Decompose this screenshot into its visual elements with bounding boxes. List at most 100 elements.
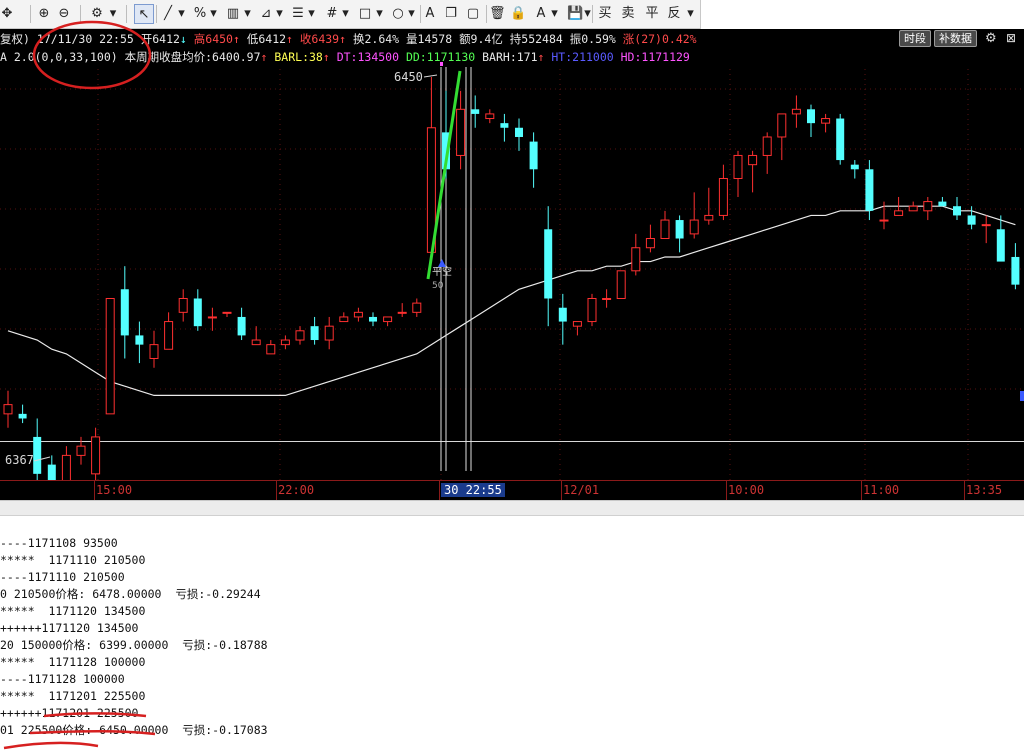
candle-body-up xyxy=(777,113,787,138)
grid-dropdown-icon[interactable]: ▾ xyxy=(341,4,350,24)
ellipse-tool[interactable]: ○ xyxy=(390,4,406,24)
toolbar-separator xyxy=(486,5,487,23)
candle-body-up xyxy=(353,311,363,318)
candle-body-up xyxy=(631,247,641,272)
delete-icon[interactable]: 🗑 xyxy=(489,4,506,24)
timeframe-button[interactable]: 时段 xyxy=(899,30,931,47)
percent-dropdown-icon[interactable]: ▾ xyxy=(209,4,218,24)
info2-segment: 本周期收盘均价:6400.97 xyxy=(124,50,261,64)
lock-icon[interactable]: 🔒 xyxy=(510,4,526,24)
log-line: ----1171108 93500 xyxy=(0,536,118,550)
buy-button[interactable]: 买 xyxy=(597,4,613,24)
zoom-in-icon[interactable]: ⊕ xyxy=(36,4,52,24)
settings-gear-icon[interactable]: ⚙ xyxy=(88,4,106,24)
rectangle-tool[interactable]: □ xyxy=(357,4,373,24)
indicator-info-bar: A 2.0(0,0,33,100) 本周期收盘均价:6400.97↑ BARL:… xyxy=(0,48,690,66)
time-label: 12/01 xyxy=(563,483,600,497)
ellipse-dropdown-icon[interactable]: ▾ xyxy=(407,4,416,24)
close-signal-marker xyxy=(438,259,446,267)
info1-segment: ↑ xyxy=(232,32,247,46)
time-label: 22:00 xyxy=(278,483,315,497)
candle-body-up xyxy=(587,297,597,323)
candle-body-up xyxy=(76,445,86,456)
candle-body-up xyxy=(689,219,699,235)
candle-body-down xyxy=(18,413,27,419)
info1-segment: 开6412 xyxy=(140,32,180,46)
grid-tool[interactable]: # xyxy=(325,4,339,24)
fibonacci-dropdown-icon[interactable]: ▾ xyxy=(275,4,284,24)
toolbar-separator xyxy=(126,5,127,23)
toolbar-separator xyxy=(80,5,81,23)
settings-gear-icon[interactable]: ⚙ xyxy=(985,31,997,46)
candlestick-plot[interactable]: 6450 6367 平空 50 xyxy=(0,29,1024,480)
info1-segment: 额9.4亿 xyxy=(459,32,510,46)
toolbar-separator xyxy=(592,5,593,23)
time-label: 30 22:55 xyxy=(441,483,505,497)
info2-segment: BARL:38 xyxy=(274,50,323,64)
font-color-tool[interactable]: A xyxy=(534,4,548,24)
save-icon[interactable]: 💾 xyxy=(567,4,583,24)
time-label: 11:00 xyxy=(863,483,900,497)
save-dropdown-icon[interactable]: ▾ xyxy=(583,4,592,24)
log-line: ++++++1171120 134500 xyxy=(0,621,139,635)
line-dropdown-icon[interactable]: ▾ xyxy=(177,4,186,24)
candle-body-down xyxy=(938,201,947,207)
candle-body-up xyxy=(222,311,232,314)
info1-segment: 振0.59% xyxy=(569,32,623,46)
square-tool[interactable]: ▢ xyxy=(466,4,480,24)
candle-body-up xyxy=(645,238,655,249)
text-tool[interactable]: A xyxy=(423,4,437,24)
candle-body-up xyxy=(412,302,422,313)
horizontal-lines-tool[interactable]: ☰ xyxy=(290,4,306,24)
toolbar-separator xyxy=(420,5,421,23)
info1-segment: 高6450 xyxy=(193,32,233,46)
log-line: ----1171128 100000 xyxy=(0,672,125,686)
reverse-button[interactable]: 反 xyxy=(666,4,682,24)
candle-body-up xyxy=(91,436,101,475)
info1-segment: 换2.64% xyxy=(352,32,407,46)
info2-segment: DD:1171130 xyxy=(405,50,483,64)
font-color-dropdown-icon[interactable]: ▾ xyxy=(550,4,559,24)
info2-segment: A 2.0(0,0,33,100) xyxy=(0,50,125,64)
close-signal-label: 平空 xyxy=(432,265,452,278)
hlines-dropdown-icon[interactable]: ▾ xyxy=(307,4,316,24)
copy-tool[interactable]: ❐ xyxy=(443,4,459,24)
candle-body-down xyxy=(500,123,509,128)
sell-button[interactable]: 卖 xyxy=(620,4,636,24)
kline-chart[interactable]: 6450 6367 平空 50 复权) 17/11/30 22:55 开6412↓ 高… xyxy=(0,29,1024,499)
cursor-arrow-tool[interactable]: ↖ xyxy=(134,4,154,24)
candle-body-down xyxy=(675,220,684,239)
move-tool[interactable]: ✥ xyxy=(0,4,14,24)
candle-body-up xyxy=(791,108,801,115)
log-line: 01 225500价格: 6450.00000 亏损:-0.17083 xyxy=(0,723,268,737)
percent-tool[interactable]: % xyxy=(192,4,208,24)
candle-body-up xyxy=(923,201,933,212)
candle-body-up xyxy=(981,224,991,227)
candle-body-up xyxy=(660,219,670,240)
zoom-out-icon[interactable]: ⊖ xyxy=(56,4,72,24)
info1-segment: 收6439 xyxy=(299,32,340,46)
log-line: ++++++1171201 225500 xyxy=(0,706,139,720)
candle-body-down xyxy=(850,164,859,170)
candle-body-down xyxy=(807,109,815,124)
close-panel-icon[interactable]: ⊠ xyxy=(1006,31,1016,45)
close-signal-value: 50 xyxy=(432,281,444,291)
restore-data-button[interactable]: 补数据 xyxy=(934,30,977,47)
candle-body-up xyxy=(383,316,393,323)
candle-body-up xyxy=(178,297,188,313)
candle-body-down xyxy=(1011,256,1020,285)
rectangle-dropdown-icon[interactable]: ▾ xyxy=(375,4,384,24)
candle-body-down xyxy=(558,307,567,322)
time-tick xyxy=(561,481,562,500)
settings-dropdown-icon[interactable]: ▾ xyxy=(108,4,118,24)
fibonacci-tool[interactable]: ⊿ xyxy=(258,4,274,24)
ruler-tool[interactable]: ▥ xyxy=(225,4,241,24)
line-tool[interactable]: ╱ xyxy=(160,4,176,24)
more-dropdown-icon[interactable]: ▾ xyxy=(686,4,695,24)
info1-segment: 17/11/30 22:55 xyxy=(29,32,141,46)
info1-segment: 持552484 xyxy=(509,32,570,46)
candle-body-up xyxy=(485,113,495,120)
candle-body-down xyxy=(953,206,961,216)
ruler-dropdown-icon[interactable]: ▾ xyxy=(243,4,252,24)
close-position-button[interactable]: 平 xyxy=(644,4,660,24)
